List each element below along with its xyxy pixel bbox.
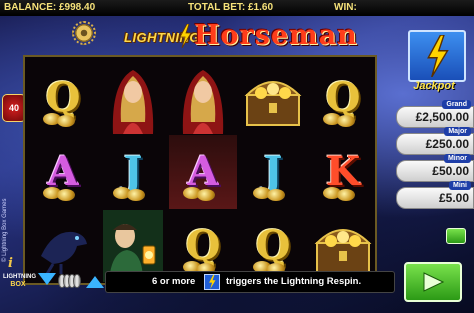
jackpot-value: £50.00	[432, 164, 469, 178]
top-info-bar: BALANCE: £998.40 TOTAL BET: £1.60 WIN:	[0, 0, 474, 16]
lightning-bolt-icon	[427, 35, 449, 77]
symbol-letter: Q	[255, 222, 291, 269]
jackpot-grand: Grand £2,500.00	[396, 100, 474, 128]
symbol-letter: K	[325, 148, 361, 195]
jackpot-label: Grand	[442, 100, 471, 109]
symbol-chest	[239, 61, 307, 135]
symbol-letter: Q	[45, 74, 81, 121]
jackpot-value: £2,500.00	[415, 110, 469, 124]
symbol-a: A	[169, 135, 237, 209]
brand-line1: LIGHTNING	[3, 274, 36, 280]
symbol-q: Q	[29, 61, 97, 135]
lightning-bolt-icon	[204, 274, 220, 290]
jackpot-title: Jackpot	[413, 80, 455, 92]
gear-icon[interactable]	[72, 21, 96, 45]
jackpot-label: Major	[444, 127, 471, 136]
symbol-letter: J	[263, 148, 283, 195]
message-bar: 6 or more triggers the Lightning Respin.	[105, 271, 395, 293]
message-suffix: triggers the Lightning Respin.	[226, 276, 362, 287]
symbol-letter: J	[123, 148, 143, 195]
symbol-crow	[29, 209, 97, 283]
symbol-woman	[99, 61, 167, 135]
coin-icon	[337, 115, 355, 127]
win-display: WIN:	[334, 2, 357, 13]
reel-area: QAJAQJQQK	[23, 55, 377, 285]
jackpot-major: Major £250.00	[396, 127, 474, 155]
message-prefix: 6 or more	[152, 276, 196, 287]
lightning-feature-icon	[408, 30, 466, 82]
coin-icon	[337, 189, 355, 201]
balance-display: BALANCE: £998.40	[4, 2, 96, 13]
autoplay-button[interactable]	[446, 228, 466, 244]
jackpot-label: Minor	[443, 154, 471, 163]
symbol-letter: A	[47, 148, 79, 195]
symbol-j: J	[239, 135, 307, 209]
symbol-q: Q	[309, 61, 377, 135]
symbol-letter: Q	[325, 74, 361, 121]
copyright-text: © Lightning Box Games	[2, 198, 8, 262]
symbol-letter: A	[187, 148, 219, 195]
coin-icon	[127, 189, 145, 201]
symbol-j: J	[99, 135, 167, 209]
info-button[interactable]: i	[8, 256, 20, 271]
coin-icon	[57, 189, 75, 201]
triangle-down-icon[interactable]	[38, 273, 56, 285]
triangle-up-icon[interactable]	[86, 276, 104, 288]
symbol-letter: Q	[185, 222, 221, 269]
play-arrow-icon	[423, 272, 444, 292]
jackpot-value: £5.00	[438, 191, 469, 205]
coin-icon	[197, 189, 215, 201]
chip-icon	[73, 274, 81, 288]
game-logo: LIGHTNING Horseman	[118, 20, 358, 60]
jackpot-minor: Minor £50.00	[396, 154, 474, 182]
brand-line2: BOX	[10, 281, 26, 288]
reel-grid: QAJAQJQQK	[25, 57, 375, 283]
spin-button[interactable]	[404, 262, 462, 302]
brand-logo: LIGHTNING BOX	[3, 274, 36, 294]
total-bet-display: TOTAL BET: £1.60	[188, 2, 274, 13]
jackpot-mini: Mini £5.00	[396, 181, 474, 209]
jackpot-label: Mini	[449, 181, 471, 190]
symbol-k: K	[309, 135, 377, 209]
coin-icon	[57, 115, 75, 127]
coin-icon	[267, 189, 285, 201]
jackpot-value: £250.00	[425, 137, 469, 151]
symbol-a: A	[29, 135, 97, 209]
symbol-woman	[169, 61, 237, 135]
lightning-bolt-icon	[179, 24, 192, 48]
bet-chips[interactable]	[58, 274, 84, 288]
logo-horseman-text: Horseman	[194, 20, 358, 51]
